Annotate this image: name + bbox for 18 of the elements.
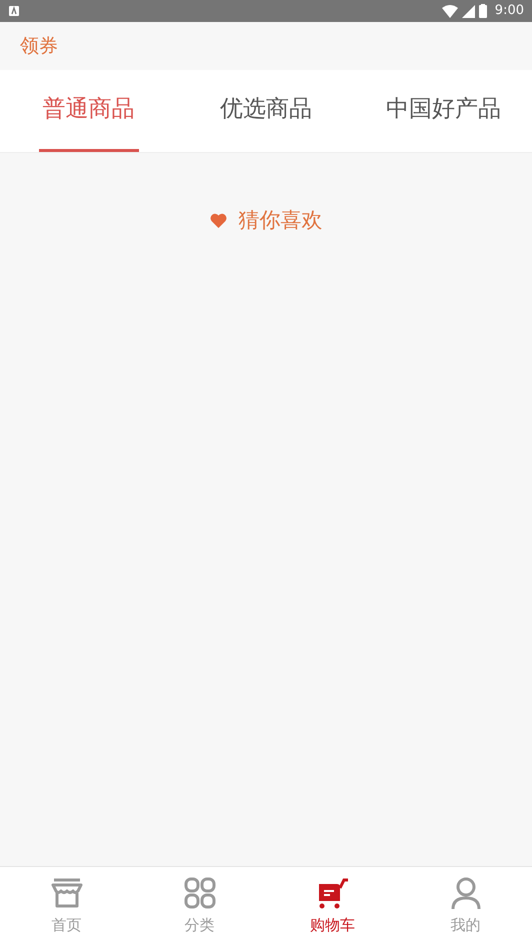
grid-icon [182, 876, 216, 910]
wifi-icon [442, 4, 458, 18]
signal-icon [462, 4, 475, 18]
header-title[interactable]: 领券 [20, 32, 58, 60]
tab[interactable]: 普通商品 [38, 70, 139, 152]
heart-icon [210, 213, 226, 228]
tab[interactable]: 优选商品 [216, 70, 316, 152]
nav-item[interactable]: 分类 [133, 867, 266, 946]
tab[interactable]: 中国好产品 [382, 70, 505, 152]
nav-item[interactable]: 我的 [399, 867, 532, 946]
storefront-icon [50, 876, 84, 910]
notification-icon [8, 5, 20, 17]
person-icon [448, 876, 482, 910]
battery-icon [478, 4, 487, 18]
nav-item[interactable]: 首页 [0, 867, 133, 946]
section-title: 猜你喜欢 [238, 207, 322, 234]
status-time: 9:00 [494, 2, 524, 20]
nav-item[interactable]: 购物车 [266, 867, 399, 946]
